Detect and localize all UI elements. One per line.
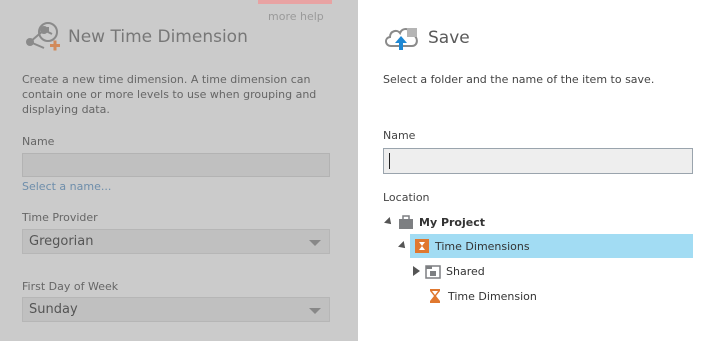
save-name-input[interactable] <box>383 148 693 174</box>
new-time-dimension-panel: more help New Time Dimension Create a ne… <box>0 0 358 341</box>
save-description: Select a folder and the name of the item… <box>383 73 655 86</box>
text-cursor <box>389 153 390 169</box>
tree-item-label: Time Dimension <box>448 289 537 303</box>
first-day-value: Sunday <box>29 302 78 317</box>
shared-folder-icon <box>425 265 441 279</box>
time-dimension-folder-icon <box>415 239 429 253</box>
panel-title: New Time Dimension <box>68 27 248 47</box>
hourglass-icon <box>430 289 440 303</box>
collapse-toggle-icon[interactable] <box>383 216 395 228</box>
tree-item-label: Time Dimensions <box>435 239 530 253</box>
chevron-down-icon <box>309 240 321 246</box>
time-provider-value: Gregorian <box>29 234 94 249</box>
first-day-select[interactable]: Sunday <box>22 297 330 322</box>
save-dialog: Save Select a folder and the name of the… <box>358 0 704 341</box>
collapse-toggle-icon[interactable] <box>397 240 409 252</box>
panel-header: New Time Dimension <box>22 20 248 54</box>
name-label: Name <box>22 135 55 148</box>
time-provider-label: Time Provider <box>22 211 98 224</box>
location-label: Location <box>383 191 430 204</box>
select-name-link[interactable]: Select a name... <box>22 180 111 193</box>
save-header: Save <box>382 22 470 54</box>
tree-item-my-project[interactable]: My Project <box>383 210 693 234</box>
briefcase-icon <box>399 215 413 229</box>
more-help-link[interactable]: more help <box>268 10 324 23</box>
panel-description: Create a new time dimension. A time dime… <box>22 73 317 116</box>
save-title: Save <box>428 28 470 48</box>
more-help-bar <box>258 0 332 4</box>
name-field[interactable] <box>22 153 330 177</box>
expand-toggle-icon[interactable] <box>410 265 422 277</box>
save-name-label: Name <box>383 129 416 142</box>
tree-item-label: Shared <box>446 264 485 278</box>
tree-item-time-dimension[interactable]: Time Dimension <box>424 284 537 308</box>
tree-item-label: My Project <box>419 215 485 229</box>
first-day-label: First Day of Week <box>22 280 119 293</box>
cloud-upload-icon <box>385 28 418 50</box>
time-dimension-add-icon <box>26 22 60 51</box>
chevron-down-icon <box>309 308 321 314</box>
tree-item-time-dimensions[interactable]: Time Dimensions <box>410 234 693 258</box>
time-provider-select[interactable]: Gregorian <box>22 229 330 254</box>
tree-item-shared[interactable]: Shared <box>410 259 485 283</box>
